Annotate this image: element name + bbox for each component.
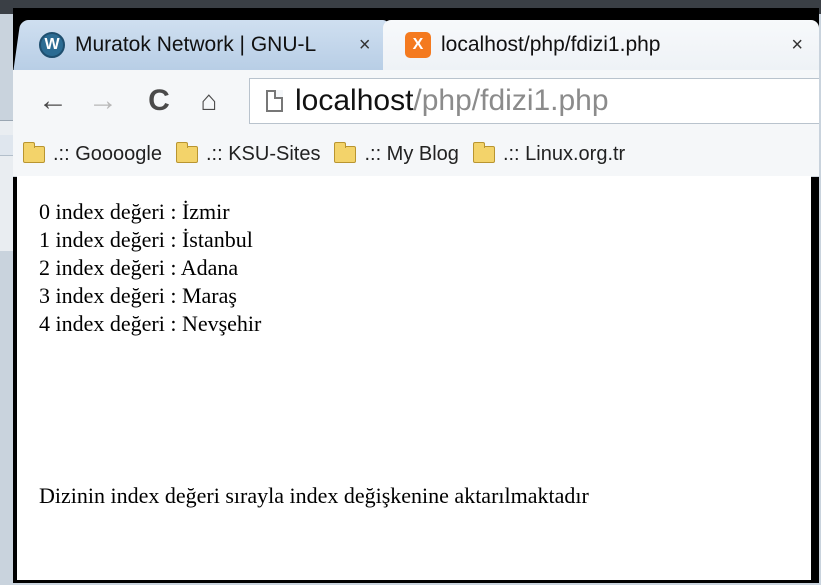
back-icon[interactable]: ←	[35, 84, 71, 118]
folder-icon	[334, 141, 357, 163]
wordpress-icon: W	[39, 32, 65, 58]
folder-icon	[472, 141, 495, 163]
browser-chrome: W Muratok Network | GNU-L × X localhost/…	[13, 8, 819, 177]
bookmark-label: .:: Linux.org.tr	[502, 142, 626, 165]
browser-toolbar: ← → C ⌂ localhost/php/fdizi1.php	[13, 70, 819, 132]
description-text: Dizinin index değeri sırayla index değiş…	[39, 483, 589, 508]
tab-strip: W Muratok Network | GNU-L × X localhost/…	[13, 8, 819, 70]
bookmark-ksu-sites[interactable]: .:: KSU-Sites	[175, 141, 321, 166]
page-icon	[266, 90, 283, 112]
bookmarks-bar: .:: Goooogle .:: KSU-Sites .:: My Blog .…	[13, 132, 819, 177]
tab-fdizi1[interactable]: X localhost/php/fdizi1.php ×	[383, 20, 819, 70]
bookmark-label: .:: Goooogle	[53, 142, 162, 165]
bookmark-goooogle[interactable]: .:: Goooogle	[23, 141, 162, 166]
list-item: 0 index değeri : İzmir	[39, 199, 230, 224]
bookmark-linux-org-tr[interactable]: .:: Linux.org.tr	[472, 141, 626, 166]
tab-muratok-network[interactable]: W Muratok Network | GNU-L ×	[13, 20, 391, 70]
reload-icon[interactable]: C	[141, 84, 177, 118]
address-bar[interactable]: localhost/php/fdizi1.php	[249, 78, 819, 124]
tab-title: Muratok Network | GNU-L	[75, 33, 317, 56]
bookmark-my-blog[interactable]: .:: My Blog	[334, 141, 459, 166]
close-icon[interactable]: ×	[791, 34, 803, 57]
url-path: /php/fdizi1.php	[413, 84, 609, 117]
folder-icon	[23, 141, 45, 163]
list-item: 1 index değeri : İstanbul	[39, 227, 253, 252]
list-item: 4 index değeri : Nevşehir	[39, 311, 262, 336]
bookmark-label: .:: KSU-Sites	[205, 142, 321, 165]
tab-title: localhost/php/fdizi1.php	[441, 33, 661, 56]
close-icon[interactable]: ×	[359, 34, 371, 57]
xampp-icon: X	[405, 32, 431, 58]
list-item: 2 index değeri : Adana	[39, 255, 239, 280]
page-content: 0 index değeri : İzmir 1 index değeri : …	[17, 176, 811, 580]
list-item: 3 index değeri : Maraş	[39, 283, 237, 308]
browser-window: W Muratok Network | GNU-L × X localhost/…	[13, 8, 819, 583]
forward-icon[interactable]: →	[85, 84, 121, 118]
bookmark-label: .:: My Blog	[364, 142, 459, 165]
home-icon[interactable]: ⌂	[191, 85, 227, 117]
folder-icon	[175, 141, 198, 163]
url-host: localhost	[295, 84, 414, 117]
index-value-list: 0 index değeri : İzmir 1 index değeri : …	[39, 198, 261, 338]
